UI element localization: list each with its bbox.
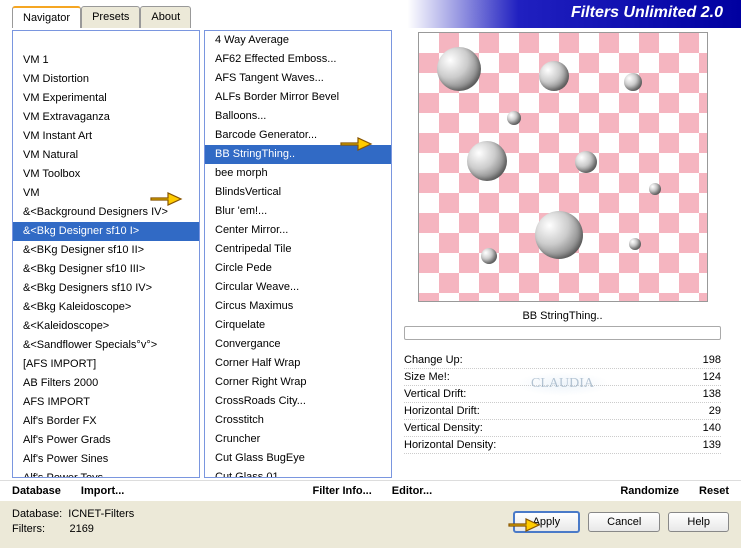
filters-count-label: Filters: — [12, 523, 45, 535]
list-item[interactable]: &<Sandflower Specials°v°> — [13, 336, 199, 355]
list-item[interactable]: VM Distortion — [13, 70, 199, 89]
param-value: 139 — [703, 439, 721, 451]
list-item[interactable]: Circular Weave... — [205, 278, 391, 297]
list-item[interactable]: VM — [13, 184, 199, 203]
list-item[interactable]: Center Mirror... — [205, 221, 391, 240]
filters-count-value: 2169 — [69, 523, 93, 535]
list-item[interactable]: VM Experimental — [13, 89, 199, 108]
list-item[interactable]: Alf's Border FX — [13, 412, 199, 431]
list-item[interactable]: VM Instant Art — [13, 127, 199, 146]
list-item[interactable]: Alf's Power Sines — [13, 450, 199, 469]
app-title: Filters Unlimited 2.0 — [571, 4, 723, 22]
list-item[interactable]: Circle Pede — [205, 259, 391, 278]
list-item[interactable]: AF62 Effected Emboss... — [205, 50, 391, 69]
list-item[interactable]: Alf's Power Toys — [13, 469, 199, 478]
param-value: 138 — [703, 388, 721, 400]
list-item[interactable]: &<Bkg Designers sf10 IV> — [13, 279, 199, 298]
param-value: 140 — [703, 422, 721, 434]
list-item[interactable]: Blur 'em!... — [205, 202, 391, 221]
list-item[interactable]: VM Extravaganza — [13, 108, 199, 127]
category-list[interactable]: VM 1VM DistortionVM ExperimentalVM Extra… — [12, 30, 200, 478]
list-item[interactable]: ALFs Border Mirror Bevel — [205, 88, 391, 107]
footer: Database: ICNET-Filters Filters: 2169 Ap… — [0, 501, 741, 543]
param-row[interactable]: Horizontal Drift: 29 — [404, 403, 721, 420]
list-item[interactable]: Centripedal Tile — [205, 240, 391, 259]
param-value: 29 — [709, 405, 721, 417]
list-item[interactable]: Cirquelate — [205, 316, 391, 335]
param-row[interactable]: Size Me!: 124 — [404, 369, 721, 386]
tabs: NavigatorPresetsAbout — [12, 6, 191, 28]
param-name: Change Up: — [404, 354, 463, 366]
toolbar: Database Import... Filter Info... Editor… — [0, 480, 741, 501]
list-item[interactable]: &<Background Designers IV> — [13, 203, 199, 222]
param-name: Vertical Drift: — [404, 388, 466, 400]
list-item[interactable]: Alf's Power Grads — [13, 431, 199, 450]
list-item[interactable]: VM Natural — [13, 146, 199, 165]
help-button[interactable]: Help — [668, 512, 729, 532]
database-button[interactable]: Database — [12, 485, 61, 497]
main-panel: VM 1VM DistortionVM ExperimentalVM Extra… — [0, 28, 741, 480]
list-item[interactable]: AFS Tangent Waves... — [205, 69, 391, 88]
filter-info-button[interactable]: Filter Info... — [313, 485, 372, 497]
list-item[interactable]: Corner Right Wrap — [205, 373, 391, 392]
list-item[interactable]: Cruncher — [205, 430, 391, 449]
apply-button[interactable]: Apply — [513, 511, 581, 533]
footer-info: Database: ICNET-Filters Filters: 2169 — [12, 507, 134, 537]
list-item[interactable]: BlindsVertical — [205, 183, 391, 202]
list-item[interactable]: bee morph — [205, 164, 391, 183]
param-name: Size Me!: — [404, 371, 450, 383]
randomize-button[interactable]: Randomize — [620, 485, 679, 497]
list-item[interactable]: Barcode Generator... — [205, 126, 391, 145]
list-item[interactable]: Convergance — [205, 335, 391, 354]
list-item[interactable]: &<BKg Designer sf10 II> — [13, 241, 199, 260]
header: NavigatorPresetsAbout Filters Unlimited … — [0, 0, 741, 28]
db-value: ICNET-Filters — [68, 508, 134, 520]
list-item[interactable]: AB Filters 2000 — [13, 374, 199, 393]
list-item[interactable]: VM 1 — [13, 51, 199, 70]
progress-bar — [404, 326, 721, 340]
list-item[interactable]: &<Bkg Designer sf10 III> — [13, 260, 199, 279]
param-name: Vertical Density: — [404, 422, 483, 434]
filter-list[interactable]: 4 Way AverageAF62 Effected Emboss...AFS … — [204, 30, 392, 478]
list-item[interactable]: AFS IMPORT — [13, 393, 199, 412]
footer-buttons: Apply Cancel Help — [513, 511, 729, 533]
list-item[interactable]: VM Toolbox — [13, 165, 199, 184]
param-name: Horizontal Density: — [404, 439, 496, 451]
editor-button[interactable]: Editor... — [392, 485, 432, 497]
list-item[interactable]: CrossRoads City... — [205, 392, 391, 411]
preview-panel: BB StringThing.. CLAUDIA Change Up:198Si… — [396, 30, 729, 480]
cancel-button[interactable]: Cancel — [588, 512, 660, 532]
db-label: Database: — [12, 508, 62, 520]
list-item[interactable]: Crosstitch — [205, 411, 391, 430]
reset-button[interactable]: Reset — [699, 485, 729, 497]
import-button[interactable]: Import... — [81, 485, 124, 497]
list-item[interactable]: Circus Maximus — [205, 297, 391, 316]
param-value: 124 — [703, 371, 721, 383]
list-item[interactable]: Balloons... — [205, 107, 391, 126]
param-row[interactable]: Horizontal Density: 139 — [404, 437, 721, 454]
param-row[interactable]: Change Up: 198 — [404, 352, 721, 369]
list-item[interactable]: &<Bkg Designer sf10 I> — [13, 222, 199, 241]
parameter-list: CLAUDIA Change Up:198Size Me!:124Vertica… — [404, 352, 721, 454]
param-row[interactable]: Vertical Density: 140 — [404, 420, 721, 437]
selected-filter-label: BB StringThing.. — [398, 310, 727, 322]
list-item[interactable]: Corner Half Wrap — [205, 354, 391, 373]
param-row[interactable]: Vertical Drift: 138 — [404, 386, 721, 403]
list-item[interactable]: Cut Glass 01 — [205, 468, 391, 478]
preview-image — [418, 32, 708, 302]
tab-navigator[interactable]: Navigator — [12, 6, 81, 28]
list-item[interactable]: Cut Glass BugEye — [205, 449, 391, 468]
tab-about[interactable]: About — [140, 6, 191, 28]
param-value: 198 — [703, 354, 721, 366]
tab-presets[interactable]: Presets — [81, 6, 140, 28]
list-item[interactable]: &<Kaleidoscope> — [13, 317, 199, 336]
list-item[interactable]: &<Bkg Kaleidoscope> — [13, 298, 199, 317]
list-item[interactable]: [AFS IMPORT] — [13, 355, 199, 374]
list-item[interactable]: BB StringThing.. — [205, 145, 391, 164]
param-name: Horizontal Drift: — [404, 405, 480, 417]
list-item[interactable]: 4 Way Average — [205, 31, 391, 50]
